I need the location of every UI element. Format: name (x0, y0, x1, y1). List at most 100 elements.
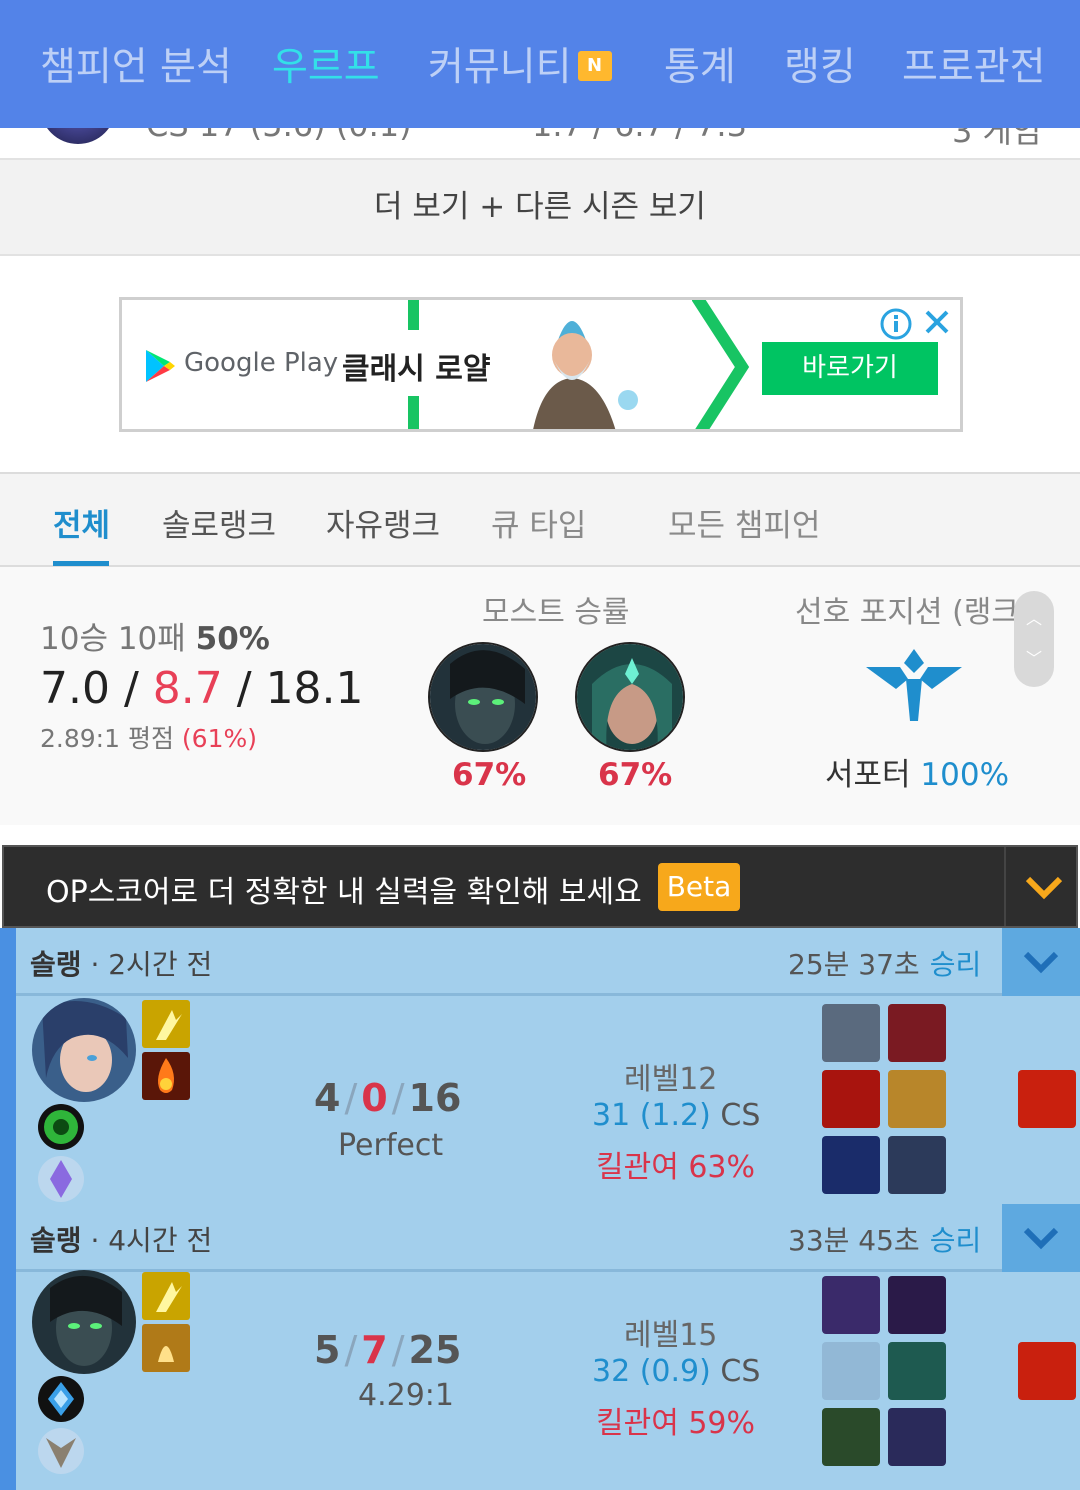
op-score-text: OP스코어로 더 정확한 내 실력을 확인해 보세요 (46, 875, 642, 910)
match-kda: 5/7/25 (314, 1328, 461, 1372)
top-navigation: 챔피언 분석 우르프 커뮤니티 N 통계 랭킹 프로관전 (0, 0, 1080, 128)
item-icon[interactable] (888, 1408, 946, 1466)
item-icon[interactable] (822, 1070, 880, 1128)
ward-trinket-icon[interactable] (1018, 1342, 1076, 1400)
cs-value: 31 (1.2) (592, 1098, 711, 1133)
most-champion-1-winrate: 67% (452, 757, 527, 793)
item-icon[interactable] (888, 1342, 946, 1400)
op-score-banner[interactable]: OP스코어로 더 정확한 내 실력을 확인해 보세요 Beta (2, 845, 1078, 928)
match-champion[interactable] (32, 998, 136, 1102)
info-icon[interactable] (879, 307, 913, 341)
queue-type: 솔랭 (30, 948, 82, 981)
match-expand-button[interactable] (1002, 928, 1080, 996)
match-deaths: 7 (361, 1328, 388, 1372)
most-champion-2[interactable] (575, 642, 685, 752)
match-deaths: 0 (361, 1076, 388, 1120)
match-duration-result: 25분 37초 승리 (788, 943, 981, 983)
tab-all-champions[interactable]: 모든 챔피언 (668, 500, 820, 545)
more-seasons-button[interactable]: 더 보기 + 다른 시즌 보기 (0, 158, 1080, 256)
match-row[interactable]: 솔랭 · 2시간 전 25분 37초 승리 4/0/16 Perfect 레벨12… (0, 928, 1080, 1204)
ad-stripe-top (408, 300, 419, 330)
match-kills: 4 (314, 1076, 341, 1120)
primary-rune-icon (38, 1376, 84, 1422)
secondary-rune-icon (38, 1156, 84, 1202)
nav-champion-analysis[interactable]: 챔피언 분석 (40, 36, 232, 92)
active-tab-indicator (53, 561, 109, 566)
match-kda-ratio: Perfect (338, 1128, 444, 1163)
position-rate: 100% (920, 757, 1010, 793)
time-ago: · 4시간 전 (90, 1224, 213, 1257)
nav-community[interactable]: 커뮤니티 N (428, 36, 612, 92)
ad-title: 클래시 로얄 (342, 352, 491, 387)
item-icon[interactable] (822, 1136, 880, 1194)
exhaust-spell-icon (142, 1324, 190, 1372)
avg-deaths: 8.7 (152, 663, 223, 714)
match-kill-participation: 킬관여 59% (596, 1406, 756, 1441)
item-icon[interactable] (822, 1276, 880, 1334)
empty-item-slot (822, 1342, 880, 1400)
flash-spell-icon (142, 1000, 190, 1048)
nav-statistics[interactable]: 통계 (664, 36, 736, 92)
match-champion[interactable] (32, 1270, 136, 1374)
nav-ranking[interactable]: 랭킹 (784, 36, 856, 92)
ad-banner[interactable]: Google Play 클래시 로얄 바로가기 (119, 297, 963, 432)
tab-flex-rank[interactable]: 자유랭크 (326, 500, 440, 545)
stats-summary: 10승 10패 50% 7.0 / 8.7 / 18.1 2.89:1 평점 (… (0, 567, 1080, 825)
close-icon[interactable] (922, 307, 952, 337)
kda-ratio: 2.89:1 평점 (61%) (40, 719, 257, 755)
ward-trinket-icon[interactable] (1018, 1070, 1076, 1128)
item-icon[interactable] (888, 1136, 946, 1194)
match-queue-info: 솔랭 · 4시간 전 (30, 1219, 212, 1259)
chevron-down-icon (1023, 951, 1059, 974)
chevron-down-icon[interactable]: ﹀ (1026, 645, 1042, 669)
match-level: 레벨15 (624, 1318, 718, 1353)
kda-separator: / (344, 1328, 358, 1372)
n-badge-icon: N (577, 50, 612, 81)
prev-cs: CS 17 (5.6) (0.1) (146, 128, 412, 144)
match-expand-button[interactable] (1002, 1204, 1080, 1272)
nav-urf[interactable]: 우르프 (272, 36, 380, 92)
chevron-up-icon[interactable]: ︿ (1026, 605, 1042, 629)
beta-badge: Beta (658, 863, 740, 911)
prev-kda: 1.7 / 6.7 / 7.3 (532, 128, 747, 144)
nav-community-label: 커뮤니티 (428, 45, 572, 90)
match-kill-participation: 킬관여 63% (596, 1150, 756, 1185)
op-score-expand-button[interactable] (1004, 847, 1080, 926)
most-winrate-title: 모스트 승률 (482, 595, 630, 630)
item-icon[interactable] (822, 1408, 880, 1466)
kill-participation: (61%) (181, 724, 257, 753)
most-champion-1[interactable] (428, 642, 538, 752)
match-row[interactable]: 솔랭 · 4시간 전 33분 45초 승리 5/7/25 4.29:1 레벨15 … (0, 1204, 1080, 1490)
primary-rune-icon (38, 1104, 84, 1150)
tab-queue-type[interactable]: 큐 타입 (491, 500, 586, 545)
match-duration: 33분 45초 (788, 1224, 920, 1257)
ratio-text: 2.89:1 평점 (40, 724, 174, 753)
match-kda-ratio: 4.29:1 (358, 1378, 454, 1413)
item-icon[interactable] (822, 1004, 880, 1062)
tab-solo-rank[interactable]: 솔로랭크 (162, 500, 276, 545)
time-ago: · 2시간 전 (90, 948, 213, 981)
flash-spell-icon (142, 1272, 190, 1320)
scroll-controls[interactable]: ︿ ﹀ (1014, 591, 1054, 687)
item-icon[interactable] (888, 1276, 946, 1334)
preferred-position-title: 선호 포지션 (랭크) (795, 595, 1031, 630)
win-loss-record: 10승 10패 50% (40, 613, 270, 658)
record-text: 10승 10패 (40, 621, 186, 657)
match-level: 레벨12 (624, 1062, 718, 1097)
prev-games: 3 게임 (952, 128, 1042, 150)
position-name: 서포터 (825, 757, 911, 793)
ad-stripe-bottom (408, 396, 419, 429)
match-assists: 16 (408, 1076, 462, 1120)
google-play-label: Google Play (184, 348, 339, 378)
avg-kills: 7.0 (40, 663, 110, 714)
tab-all[interactable]: 전체 (53, 500, 110, 545)
match-result: 승리 (929, 948, 982, 981)
champion-portrait (32, 998, 136, 1102)
match-kills: 5 (314, 1328, 341, 1372)
ad-cta-button[interactable]: 바로가기 (762, 342, 938, 395)
item-icon[interactable] (888, 1070, 946, 1128)
nav-pro-spectate[interactable]: 프로관전 (902, 36, 1046, 92)
item-icon[interactable] (888, 1004, 946, 1062)
ignite-spell-icon (142, 1052, 190, 1100)
preferred-position: 서포터 100% (825, 749, 1009, 794)
